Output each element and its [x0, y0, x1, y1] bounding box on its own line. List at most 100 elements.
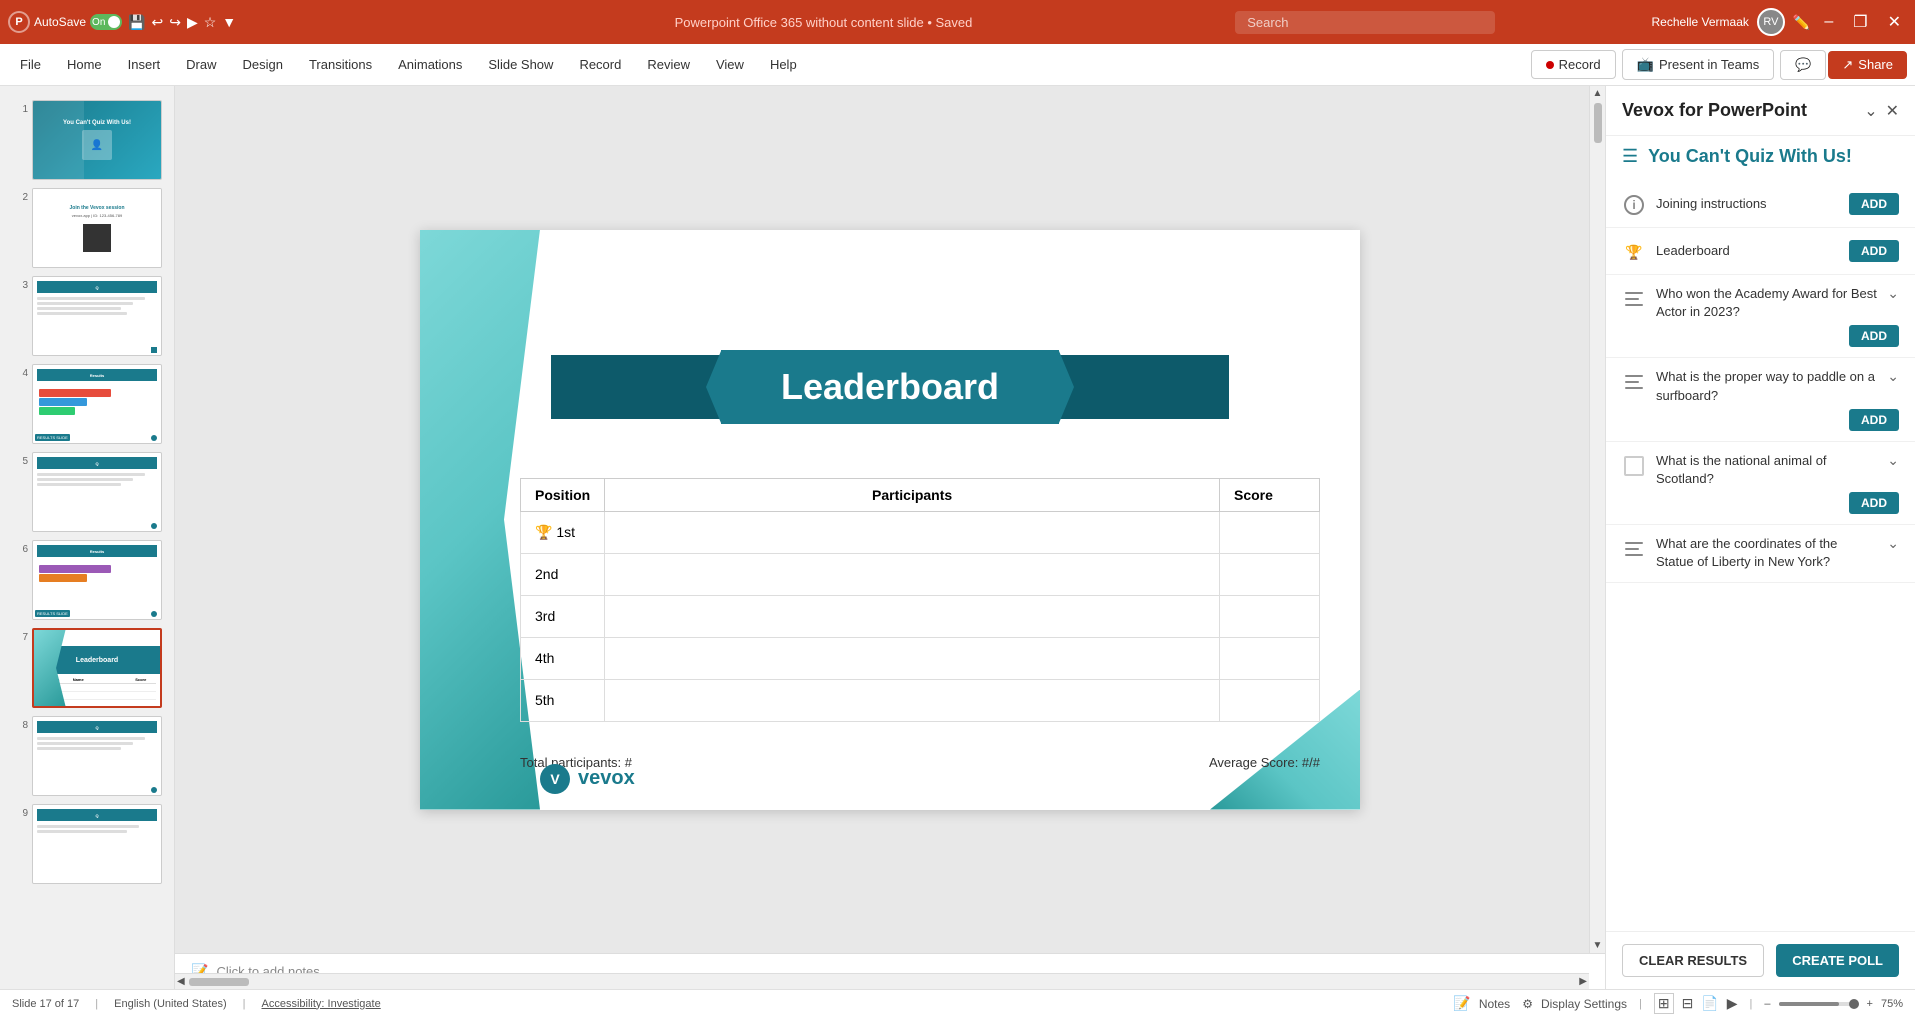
slide-thumb-4[interactable]: 4 Results RESULTS SLIDE	[8, 362, 166, 446]
slide-thumb-1[interactable]: 1 You Can't Quiz With Us! 👤	[8, 98, 166, 182]
teams-icon: 📺	[1637, 56, 1654, 73]
participants-4	[605, 637, 1220, 679]
close-button[interactable]: ✕	[1882, 10, 1907, 34]
autosave-toggle-btn[interactable]: On	[90, 14, 122, 30]
document-title: Powerpoint Office 365 without content sl…	[420, 15, 1228, 30]
dropdown-icon[interactable]: ▼	[222, 14, 236, 30]
slide-thumb-8[interactable]: 8 Q	[8, 714, 166, 798]
leaderboard-icon: 🏆	[1622, 240, 1646, 264]
menu-design[interactable]: Design	[231, 51, 295, 78]
slide-count: Slide 17 of 17	[12, 998, 79, 1010]
menu-review[interactable]: Review	[635, 51, 702, 78]
record-button[interactable]: Record	[1531, 50, 1616, 79]
vevox-nav-title: You Can't Quiz With Us!	[1648, 146, 1852, 167]
pos-4th: 4th	[521, 637, 605, 679]
slide-thumb-6[interactable]: 6 Results RESULTS SLIDE	[8, 538, 166, 622]
vevox-close-button[interactable]: ✕	[1886, 101, 1899, 121]
accessibility-label[interactable]: Accessibility: Investigate	[262, 998, 381, 1010]
zoom-level[interactable]: 75%	[1881, 998, 1903, 1010]
slide-thumb-9[interactable]: 9 Q	[8, 802, 166, 886]
scroll-left-btn[interactable]: ◀	[175, 974, 187, 989]
question2-add-button[interactable]: ADD	[1849, 409, 1899, 431]
leaderboard-banner: Leaderboard	[420, 350, 1360, 424]
slide-thumb-2[interactable]: 2 Join the Vevox session vevox.app | ID:…	[8, 186, 166, 270]
create-poll-button[interactable]: CREATE POLL	[1776, 944, 1899, 977]
scroll-up-btn[interactable]: ▲	[1590, 86, 1605, 101]
normal-view-icon[interactable]: ⊞	[1654, 993, 1674, 1014]
leaderboard-table: Position Participants Score 🏆 1st	[520, 478, 1320, 722]
slide-thumb-3[interactable]: 3 Q	[8, 274, 166, 358]
score-1	[1220, 511, 1320, 553]
question2-label: What is the proper way to paddle on a su…	[1656, 368, 1877, 404]
menu-draw[interactable]: Draw	[174, 51, 228, 78]
question2-expand-button[interactable]: ⌄	[1887, 368, 1899, 385]
question3-add-button[interactable]: ADD	[1849, 492, 1899, 514]
clear-results-button[interactable]: CLEAR RESULTS	[1622, 944, 1764, 977]
star-icon[interactable]: ☆	[204, 14, 217, 31]
slide-num-9: 9	[10, 804, 28, 819]
vevox-panel-footer: CLEAR RESULTS CREATE POLL	[1606, 931, 1915, 989]
display-settings-label[interactable]: Display Settings	[1541, 997, 1627, 1011]
zoom-out-icon[interactable]: –	[1764, 998, 1770, 1010]
share-button[interactable]: ↗ Share	[1828, 51, 1907, 79]
slide-thumb-5[interactable]: 5 Q	[8, 450, 166, 534]
display-settings-icon[interactable]: ⚙	[1522, 997, 1533, 1011]
share-label: Share	[1858, 57, 1893, 72]
h-scroll-thumb	[189, 978, 249, 986]
pen-icon[interactable]: ✏️	[1793, 14, 1810, 31]
question4-expand-button[interactable]: ⌄	[1887, 535, 1899, 552]
minimize-button[interactable]: –	[1818, 11, 1839, 33]
hamburger-icon[interactable]: ☰	[1622, 146, 1638, 167]
menu-file[interactable]: File	[8, 51, 53, 78]
slide-content-area: ▲ ▼ ◀ ▶	[175, 86, 1605, 989]
menu-slideshow[interactable]: Slide Show	[476, 51, 565, 78]
pos-5th: 5th	[521, 679, 605, 721]
search-input[interactable]	[1235, 11, 1495, 34]
slide-num-2: 2	[10, 188, 28, 203]
participants-2	[605, 553, 1220, 595]
user-name: Rechelle Vermaak	[1652, 15, 1749, 29]
question1-expand-button[interactable]: ⌄	[1887, 285, 1899, 302]
title-bar-right: Rechelle Vermaak RV ✏️ – ❐ ✕	[1503, 8, 1907, 36]
menu-animations[interactable]: Animations	[386, 51, 474, 78]
redo-icon[interactable]: ↪	[169, 14, 181, 31]
info-icon: i	[1622, 193, 1646, 217]
restore-button[interactable]: ❐	[1847, 10, 1873, 34]
slide-thumb-7[interactable]: 7 Leaderboard PosNameScore 1st 2nd 3rd	[8, 626, 166, 710]
leaderboard-add-button[interactable]: ADD	[1849, 240, 1899, 262]
slide-num-3: 3	[10, 276, 28, 291]
menu-view[interactable]: View	[704, 51, 756, 78]
vevox-item-leaderboard: 🏆 Leaderboard ADD	[1606, 228, 1915, 275]
save-icon[interactable]: 💾	[128, 14, 145, 31]
menu-help[interactable]: Help	[758, 51, 809, 78]
menu-transitions[interactable]: Transitions	[297, 51, 384, 78]
banner-wing-right	[1049, 355, 1229, 419]
slide-num-6: 6	[10, 540, 28, 555]
present-quick-icon[interactable]: ▶	[187, 14, 198, 31]
scroll-thumb	[1594, 103, 1602, 143]
scroll-down-btn[interactable]: ▼	[1590, 938, 1605, 953]
menu-insert[interactable]: Insert	[116, 51, 173, 78]
status-divider-2: |	[243, 998, 246, 1010]
vevox-items-list: i Joining instructions ADD 🏆 Leaderboard…	[1606, 173, 1915, 931]
zoom-in-icon[interactable]: +	[1867, 998, 1873, 1010]
comment-button[interactable]: 💬	[1780, 50, 1826, 80]
question3-expand-button[interactable]: ⌄	[1887, 452, 1899, 469]
zoom-bar[interactable]	[1779, 1002, 1859, 1006]
slide-img-6: Results RESULTS SLIDE	[32, 540, 162, 620]
scroll-right-btn[interactable]: ▶	[1577, 974, 1589, 989]
notes-status-icon[interactable]: 📝	[1453, 995, 1470, 1012]
slide-sorter-icon[interactable]: ⊟	[1682, 995, 1694, 1012]
score-5	[1220, 679, 1320, 721]
menu-home[interactable]: Home	[55, 51, 114, 78]
vevox-collapse-button[interactable]: ⌄	[1864, 101, 1877, 121]
score-4	[1220, 637, 1320, 679]
reading-view-icon[interactable]: 📄	[1701, 995, 1718, 1012]
slideshow-icon[interactable]: ▶	[1727, 995, 1738, 1012]
question1-add-button[interactable]: ADD	[1849, 325, 1899, 347]
undo-icon[interactable]: ↩	[151, 14, 163, 31]
slide-num-8: 8	[10, 716, 28, 731]
joining-add-button[interactable]: ADD	[1849, 193, 1899, 215]
present-in-teams-button[interactable]: 📺 Present in Teams	[1622, 49, 1775, 80]
menu-record[interactable]: Record	[567, 51, 633, 78]
